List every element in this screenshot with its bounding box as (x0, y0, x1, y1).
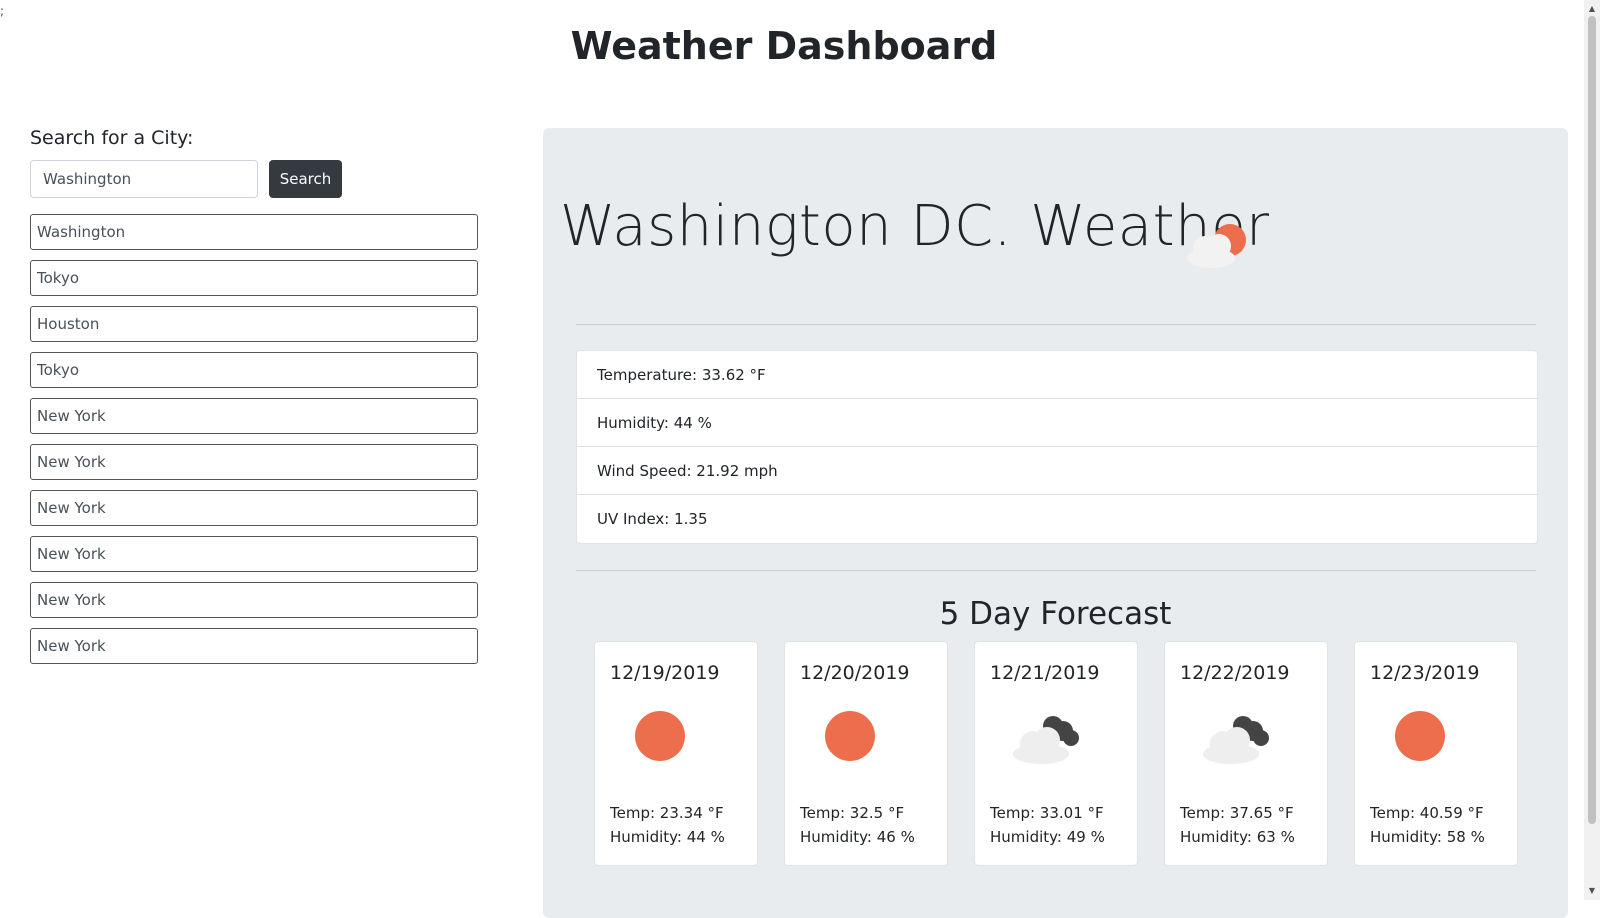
scroll-down-arrow-icon[interactable]: ▼ (1584, 884, 1600, 898)
forecast-card: 12/22/2019 Temp: 37.65 °F Humidity: 63 % (1164, 641, 1328, 866)
forecast-temp: Temp: 37.65 °F (1180, 804, 1294, 822)
wind-speed-stat: Wind Speed: 21.92 mph (577, 447, 1537, 495)
history-item[interactable]: Houston (30, 306, 478, 342)
current-stats-list: Temperature: 33.62 °F Humidity: 44 % Win… (576, 350, 1538, 544)
search-history-list: Washington Tokyo Houston Tokyo New York … (30, 214, 478, 674)
forecast-temp: Temp: 33.01 °F (990, 804, 1104, 822)
stray-text: ; (0, 4, 5, 18)
history-item[interactable]: New York (30, 398, 478, 434)
scrollbar-thumb[interactable] (1588, 16, 1596, 824)
history-item[interactable]: New York (30, 444, 478, 480)
forecast-temp: Temp: 32.5 °F (800, 804, 905, 822)
history-item[interactable]: Tokyo (30, 352, 478, 388)
search-input[interactable] (30, 160, 258, 198)
sun-icon (1395, 711, 1445, 761)
history-item[interactable]: New York (30, 628, 478, 664)
sun-icon (825, 711, 875, 761)
forecast-date: 12/23/2019 (1370, 662, 1480, 684)
humidity-stat: Humidity: 44 % (577, 399, 1537, 447)
history-item[interactable]: Washington (30, 214, 478, 250)
forecast-date: 12/21/2019 (990, 662, 1100, 684)
vertical-scrollbar[interactable]: ▲ ▼ (1584, 0, 1600, 900)
current-city-title: Washington DC. Weather (560, 194, 1270, 259)
forecast-temp: Temp: 23.34 °F (610, 804, 724, 822)
weather-panel: Washington DC. Weather Temperature: 33.6… (543, 128, 1568, 918)
search-button[interactable]: Search (269, 160, 342, 198)
cloudy-icon (1013, 716, 1079, 764)
forecast-humidity: Humidity: 44 % (610, 828, 725, 846)
forecast-date: 12/19/2019 (610, 662, 720, 684)
divider (576, 570, 1536, 571)
forecast-humidity: Humidity: 49 % (990, 828, 1105, 846)
forecast-card: 12/19/2019 Temp: 23.34 °F Humidity: 44 % (594, 641, 758, 866)
sun-icon (635, 711, 685, 761)
forecast-temp: Temp: 40.59 °F (1370, 804, 1484, 822)
forecast-humidity: Humidity: 63 % (1180, 828, 1295, 846)
page-title: Weather Dashboard (570, 24, 998, 68)
history-item[interactable]: New York (30, 582, 478, 618)
forecast-humidity: Humidity: 58 % (1370, 828, 1485, 846)
forecast-card: 12/21/2019 Temp: 33.01 °F Humidity: 49 % (974, 641, 1138, 866)
cloudy-icon (1203, 716, 1269, 764)
partly-cloudy-icon (1187, 224, 1246, 268)
divider (576, 324, 1536, 325)
forecast-cards: 12/19/2019 Temp: 23.34 °F Humidity: 44 %… (594, 641, 1518, 866)
forecast-card: 12/23/2019 Temp: 40.59 °F Humidity: 58 % (1354, 641, 1518, 866)
history-item[interactable]: New York (30, 490, 478, 526)
forecast-date: 12/20/2019 (800, 662, 910, 684)
scroll-up-arrow-icon[interactable]: ▲ (1584, 2, 1600, 16)
forecast-humidity: Humidity: 46 % (800, 828, 915, 846)
temperature-stat: Temperature: 33.62 °F (577, 351, 1537, 399)
forecast-card: 12/20/2019 Temp: 32.5 °F Humidity: 46 % (784, 641, 948, 866)
forecast-date: 12/22/2019 (1180, 662, 1290, 684)
uv-index-stat: UV Index: 1.35 (597, 510, 708, 528)
forecast-title: 5 Day Forecast (939, 596, 1172, 632)
history-item[interactable]: Tokyo (30, 260, 478, 296)
history-item[interactable]: New York (30, 536, 478, 572)
search-label: Search for a City: (30, 127, 194, 149)
